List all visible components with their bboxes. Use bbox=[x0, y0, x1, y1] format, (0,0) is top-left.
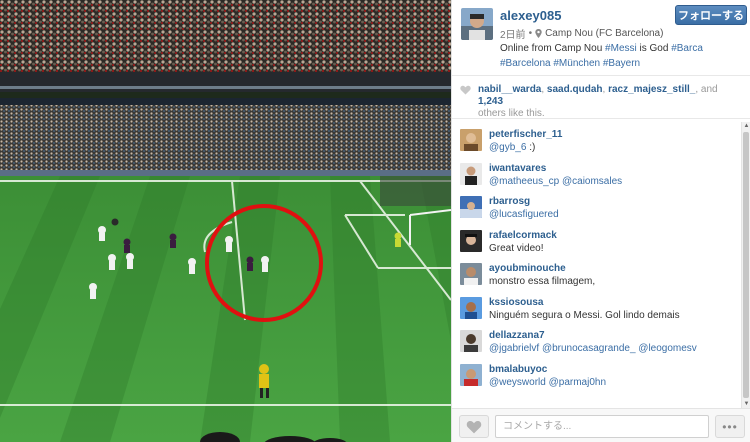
comment-text: @gyb_6 :) bbox=[489, 142, 536, 153]
commenter-username[interactable]: dellazzana7 bbox=[489, 330, 545, 341]
comment-item: kssiosousa Ninguém segura o Messi. Gol l… bbox=[452, 290, 742, 324]
mention-link[interactable]: @weysworld bbox=[489, 377, 546, 388]
commenter-avatar[interactable] bbox=[460, 330, 482, 352]
likes-and-text: and bbox=[698, 84, 718, 95]
post-header: alexey085 フォローする 2日前 • Camp Nou (FC Barc… bbox=[452, 0, 750, 76]
owner-username-link[interactable]: alexey085 bbox=[500, 8, 561, 23]
likes-separator: , bbox=[541, 84, 545, 95]
commenter-avatar[interactable] bbox=[460, 296, 482, 319]
hashtag-messi[interactable]: #Messi bbox=[605, 43, 637, 54]
mention-link[interactable]: @brunocasagrande_ bbox=[542, 343, 636, 354]
heart-icon bbox=[460, 85, 471, 95]
commenter-username[interactable]: iwantavares bbox=[489, 163, 546, 174]
mention-link[interactable]: @lucasfiguered bbox=[489, 209, 559, 220]
commenter-username[interactable]: ayoubminouche bbox=[489, 263, 566, 274]
mention-link[interactable]: @jgabrielvf bbox=[489, 343, 539, 354]
comment-item: bmalabuyoc @weysworld @parmaj0hn bbox=[452, 357, 742, 391]
likes-count[interactable]: 1,243 bbox=[478, 96, 503, 107]
comment-text: @matheeus_cp @caiomsales bbox=[489, 176, 622, 187]
lower-tier-crowd bbox=[0, 105, 451, 175]
commenter-username[interactable]: kssiosousa bbox=[489, 297, 543, 308]
comments-scrollbar[interactable]: ▲ ▼ bbox=[741, 122, 750, 408]
comment-input[interactable] bbox=[495, 415, 709, 438]
mention-link[interactable]: @parmaj0hn bbox=[549, 377, 606, 388]
hashtag-barca[interactable]: #Barca bbox=[671, 43, 703, 54]
post-caption: Online from Camp Nou #Messi is God #Barc… bbox=[500, 41, 745, 71]
comment-text: @lucasfiguered bbox=[489, 209, 559, 220]
comment-item: rbarrosg @lucasfiguered bbox=[452, 189, 742, 223]
post-time: 2日前 bbox=[500, 30, 526, 41]
mention-link[interactable]: @gyb_6 bbox=[489, 142, 526, 153]
mention-link[interactable]: @caiomsales bbox=[562, 176, 622, 187]
owner-avatar[interactable] bbox=[461, 8, 493, 40]
post-media-video[interactable] bbox=[0, 0, 451, 442]
post-meta: 2日前 • Camp Nou (FC Barcelona) bbox=[500, 26, 663, 41]
like-button[interactable] bbox=[459, 415, 489, 438]
commenter-avatar[interactable] bbox=[460, 129, 482, 151]
post-sidebar: alexey085 フォローする 2日前 • Camp Nou (FC Barc… bbox=[451, 0, 750, 442]
commenter-avatar[interactable] bbox=[460, 196, 482, 218]
stadium-scene bbox=[0, 0, 451, 442]
caption-text: is God bbox=[636, 43, 672, 54]
comment-item: iwantavares @matheeus_cp @caiomsales bbox=[452, 156, 742, 190]
location-pin-icon bbox=[535, 29, 542, 38]
comment-text: monstro essa filmagem, bbox=[489, 276, 596, 287]
mention-link[interactable]: @leogomesv bbox=[638, 343, 697, 354]
comment-text: Great video! bbox=[489, 242, 544, 254]
comment-item: ayoubminouche monstro essa filmagem, bbox=[452, 256, 742, 290]
scroll-up-arrow-icon[interactable]: ▲ bbox=[743, 122, 750, 130]
liker-link[interactable]: racz_majesz_still_ bbox=[608, 84, 695, 95]
commenter-avatar[interactable] bbox=[460, 363, 482, 386]
comment-bar: ••• bbox=[452, 408, 750, 442]
liker-link[interactable]: nabil__warda bbox=[478, 84, 541, 95]
scroll-down-arrow-icon[interactable]: ▼ bbox=[743, 400, 750, 408]
comment-text: @weysworld @parmaj0hn bbox=[489, 377, 606, 388]
comment-item: rafaelcormack Great video! bbox=[452, 223, 742, 257]
commenter-username[interactable]: rbarrosg bbox=[489, 196, 530, 207]
location-link[interactable]: Camp Nou (FC Barcelona) bbox=[545, 28, 663, 39]
divider bbox=[452, 118, 750, 119]
follow-button[interactable]: フォローする bbox=[675, 5, 747, 25]
comment-item: peterfischer_11 @gyb_6 :) bbox=[452, 122, 742, 156]
meta-separator: • bbox=[528, 28, 533, 39]
more-options-button[interactable]: ••• bbox=[715, 415, 745, 438]
commenter-avatar[interactable] bbox=[460, 263, 482, 285]
likes-summary: nabil__warda, saad.qudah, racz_majesz_st… bbox=[452, 84, 750, 120]
comment-list: peterfischer_11 @gyb_6 :) iwantavares @m… bbox=[452, 122, 742, 408]
mention-link[interactable]: @matheeus_cp bbox=[489, 176, 559, 187]
commenter-username[interactable]: rafaelcormack bbox=[489, 230, 557, 241]
commenter-avatar[interactable] bbox=[460, 162, 482, 185]
comment-item: dellazzana7 @jgabrielvf @brunocasagrande… bbox=[452, 323, 742, 357]
caption-text: Online from Camp Nou bbox=[500, 43, 606, 54]
commenter-username[interactable]: peterfischer_11 bbox=[489, 129, 562, 140]
hashtag-munchen[interactable]: #München bbox=[553, 58, 600, 69]
heart-icon bbox=[466, 420, 482, 433]
comment-text: Ninguém segura o Messi. Gol lindo demais bbox=[489, 309, 680, 321]
hashtag-barcelona[interactable]: #Barcelona bbox=[500, 58, 551, 69]
upper-tier-crowd bbox=[0, 0, 451, 72]
comment-text: @jgabrielvf @brunocasagrande_ @leogomesv bbox=[489, 343, 697, 354]
hashtag-bayern[interactable]: #Bayern bbox=[603, 58, 640, 69]
liker-link[interactable]: saad.qudah bbox=[547, 84, 603, 95]
likes-separator: , bbox=[602, 84, 606, 95]
commenter-avatar[interactable] bbox=[460, 229, 482, 252]
scrollbar-thumb[interactable] bbox=[743, 132, 749, 398]
commenter-username[interactable]: bmalabuyoc bbox=[489, 364, 547, 375]
